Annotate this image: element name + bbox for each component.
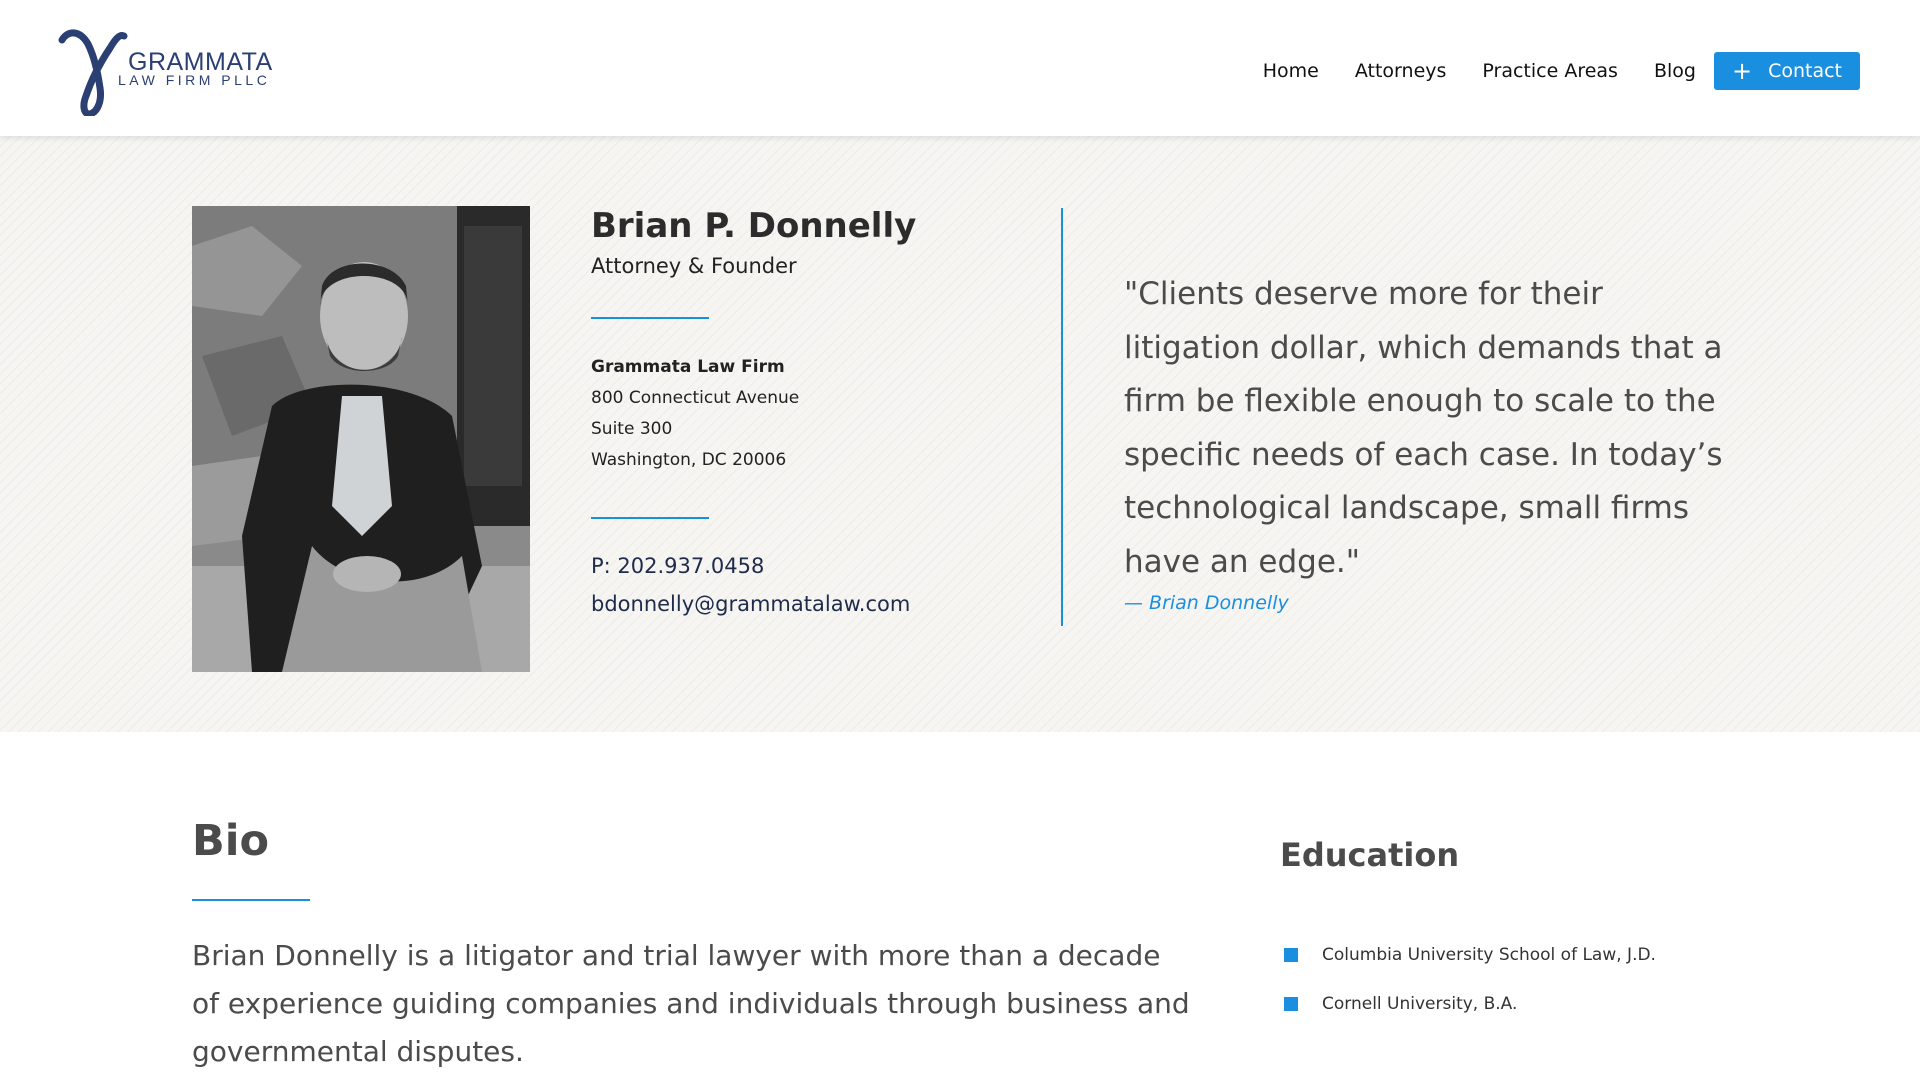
square-bullet-icon xyxy=(1284,996,1298,1011)
list-item: Columbia University School of Law, J.D. xyxy=(1284,930,1656,979)
education-label: Cornell University, B.A. xyxy=(1322,993,1518,1014)
address-line: Suite 300 xyxy=(591,419,673,439)
main-nav: Home Attorneys Practice Areas Blog + Con… xyxy=(1227,52,1860,90)
plus-icon: + xyxy=(1731,57,1753,85)
nav-attorneys[interactable]: Attorneys xyxy=(1355,60,1447,82)
address-line: Washington, DC 20006 xyxy=(591,450,787,470)
bio-heading: Bio xyxy=(192,816,270,866)
address-line: 800 Connecticut Avenue xyxy=(591,388,800,408)
nav-blog[interactable]: Blog xyxy=(1654,60,1696,82)
attorney-title: Attorney & Founder xyxy=(591,254,797,278)
firm-name: Grammata Law Firm xyxy=(591,357,785,377)
office-address: Grammata Law Firm 800 Connecticut Avenue… xyxy=(591,352,799,476)
contact-button-label: Contact xyxy=(1768,60,1842,82)
site-header: GRAMMATA LAW FIRM PLLC Home Attorneys Pr… xyxy=(0,0,1920,136)
divider xyxy=(591,517,709,519)
attorney-name: Brian P. Donnelly xyxy=(591,206,917,246)
square-bullet-icon xyxy=(1284,947,1298,962)
list-item: Cornell University, B.A. xyxy=(1284,979,1656,1028)
firm-logo[interactable]: GRAMMATA LAW FIRM PLLC xyxy=(58,26,288,116)
email-link[interactable]: bdonnelly@grammatalaw.com xyxy=(591,592,910,616)
education-label: Columbia University School of Law, J.D. xyxy=(1322,944,1656,965)
quote-author: — Brian Donnelly xyxy=(1124,592,1289,614)
logo-subtitle: LAW FIRM PLLC xyxy=(118,72,271,88)
vertical-divider xyxy=(1061,208,1063,626)
education-heading: Education xyxy=(1280,836,1460,874)
divider xyxy=(591,317,709,319)
next-section-heading-cutoff xyxy=(1280,1070,1390,1080)
nav-practice-areas[interactable]: Practice Areas xyxy=(1482,60,1618,82)
attorney-portrait xyxy=(192,206,530,672)
nav-home[interactable]: Home xyxy=(1263,60,1319,82)
contact-button[interactable]: + Contact xyxy=(1713,52,1860,90)
bio-text: Brian Donnelly is a litigator and trial … xyxy=(192,939,1190,1068)
phone-number[interactable]: P: 202.937.0458 xyxy=(591,554,764,578)
gamma-logo-icon xyxy=(58,29,128,116)
attorney-hero: Brian P. Donnelly Attorney & Founder Gra… xyxy=(0,136,1920,732)
education-list: Columbia University School of Law, J.D. … xyxy=(1284,930,1656,1028)
bio-divider xyxy=(192,899,310,901)
attorney-quote: "Clients deserve more for their litigati… xyxy=(1124,276,1723,580)
